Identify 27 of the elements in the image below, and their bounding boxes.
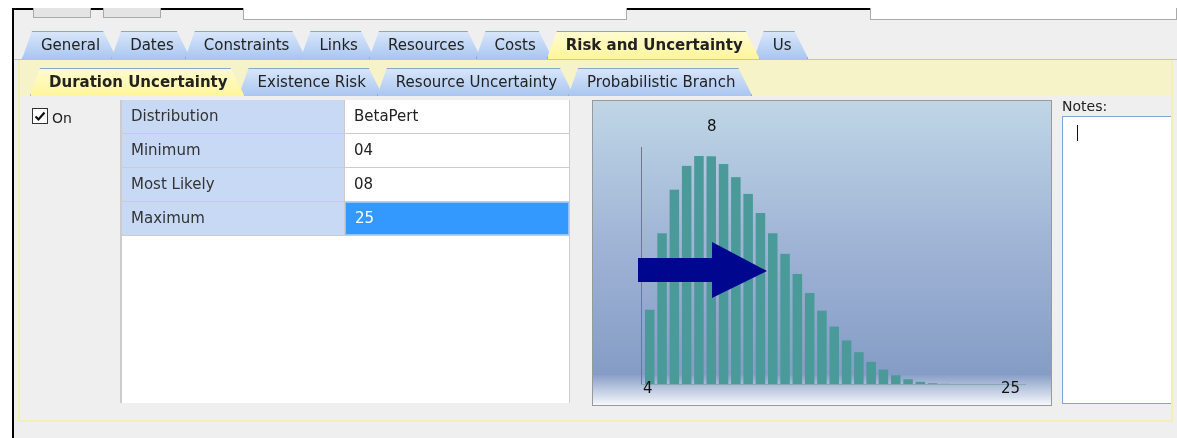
- property-name: Distribution: [122, 100, 345, 133]
- tab[interactable]: Duration Uncertainty: [30, 68, 245, 96]
- axis-min-label: 4: [643, 377, 653, 399]
- check-icon: [34, 110, 46, 122]
- tab[interactable]: Risk and Uncertainty: [546, 31, 760, 59]
- toolbar-button[interactable]: [33, 8, 91, 18]
- input-field[interactable]: [870, 8, 1177, 20]
- histogram-bar: [866, 361, 876, 384]
- checkbox-label: On: [52, 109, 72, 128]
- checkbox[interactable]: [32, 108, 48, 124]
- histogram-bar: [878, 369, 889, 384]
- tab[interactable]: Probabilistic Branch: [568, 68, 753, 96]
- histogram-bar: [854, 352, 864, 384]
- histogram-bar: [829, 326, 839, 384]
- input-field[interactable]: [243, 8, 627, 20]
- histogram-bar: [841, 340, 852, 384]
- histogram-bar: [891, 375, 901, 384]
- histogram-bar: [903, 379, 913, 384]
- mode-label: 8: [707, 116, 717, 137]
- arrow-icon: [636, 242, 768, 300]
- notes-field[interactable]: [1062, 116, 1171, 404]
- property-name: Most Likely: [122, 168, 345, 201]
- notes-label: Notes:: [1062, 98, 1109, 114]
- toolbar-button[interactable]: [103, 8, 161, 18]
- property-name: Minimum: [122, 134, 345, 167]
- axis-max-label: 25: [1001, 377, 1021, 399]
- property-name: Maximum: [122, 202, 345, 235]
